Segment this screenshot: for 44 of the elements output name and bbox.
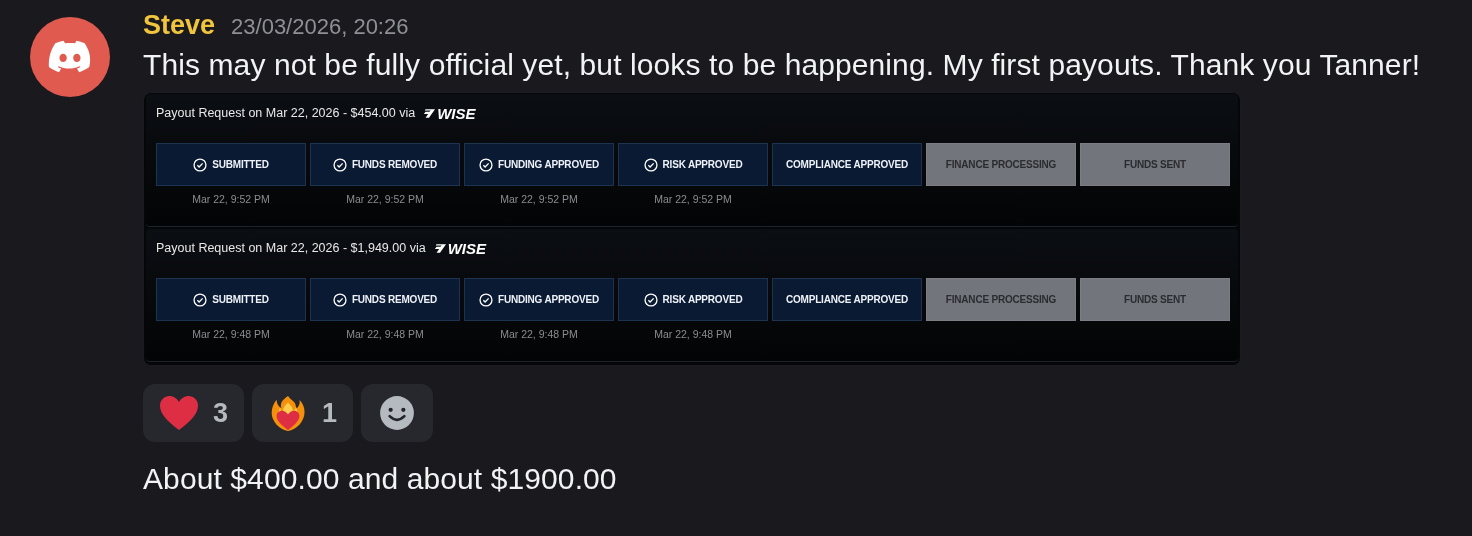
status-step: COMPLIANCE APPROVED [772, 278, 922, 321]
status-step: FUNDING APPROVED [464, 278, 614, 321]
step-time: Mar 22, 9:52 PM [500, 193, 578, 205]
status-step: COMPLIANCE APPROVED [772, 143, 922, 186]
step-time: Mar 22, 9:48 PM [346, 328, 424, 340]
attached-screenshot[interactable] [143, 92, 1241, 366]
status-step: FUNDING APPROVED [464, 143, 614, 186]
provider-logo: WISE [433, 239, 486, 257]
status-step: FINANCE PROCESSING [926, 143, 1076, 186]
payout-title: Payout Request on Mar 22, 2026 - $1,949.00 via [156, 241, 426, 255]
check-circle-icon [479, 292, 494, 307]
timestamp: 23/03/2026, 20:26 [231, 14, 409, 40]
reaction-button[interactable]: 3 [143, 384, 245, 442]
status-step: SUBMITTED [156, 143, 306, 186]
status-step: FUNDS SENT [1080, 278, 1230, 321]
check-circle-icon [479, 157, 494, 172]
step-time: Mar 22, 9:48 PM [192, 328, 270, 340]
heart-icon [159, 394, 199, 432]
step-time: Mar 22, 9:52 PM [654, 193, 732, 205]
status-step: FUNDS REMOVED [310, 143, 460, 186]
check-circle-icon [193, 157, 208, 172]
step-time: Mar 22, 9:52 PM [346, 193, 424, 205]
payout-title: Payout Request on Mar 22, 2026 - $454.00 via [156, 106, 416, 120]
message-text: This may not be fully official yet, but looks to be happening. My first payouts. Thank you Tanner! [143, 48, 1421, 82]
status-step: RISK APPROVED [618, 278, 768, 321]
author-name[interactable]: Steve [143, 10, 216, 41]
step-time: Mar 22, 9:48 PM [500, 328, 578, 340]
message-text: About $400.00 and about $1900.00 [143, 462, 618, 496]
step-time: Mar 22, 9:48 PM [654, 328, 732, 340]
provider-logo: WISE [423, 104, 476, 122]
check-circle-icon [193, 292, 208, 307]
status-step: FUNDS SENT [1080, 143, 1230, 186]
check-circle-icon [643, 292, 658, 307]
reaction-button[interactable]: 1 [252, 384, 354, 442]
check-circle-icon [332, 292, 347, 307]
status-step: FINANCE PROCESSING [926, 278, 1076, 321]
discord-logo-icon [48, 40, 92, 74]
add-reaction-button[interactable] [361, 384, 434, 442]
check-circle-icon [332, 157, 347, 172]
check-circle-icon [643, 157, 658, 172]
status-step: RISK APPROVED [618, 143, 768, 186]
status-step: FUNDS REMOVED [310, 278, 460, 321]
status-step: SUBMITTED [156, 278, 306, 321]
step-time: Mar 22, 9:52 PM [192, 193, 270, 205]
